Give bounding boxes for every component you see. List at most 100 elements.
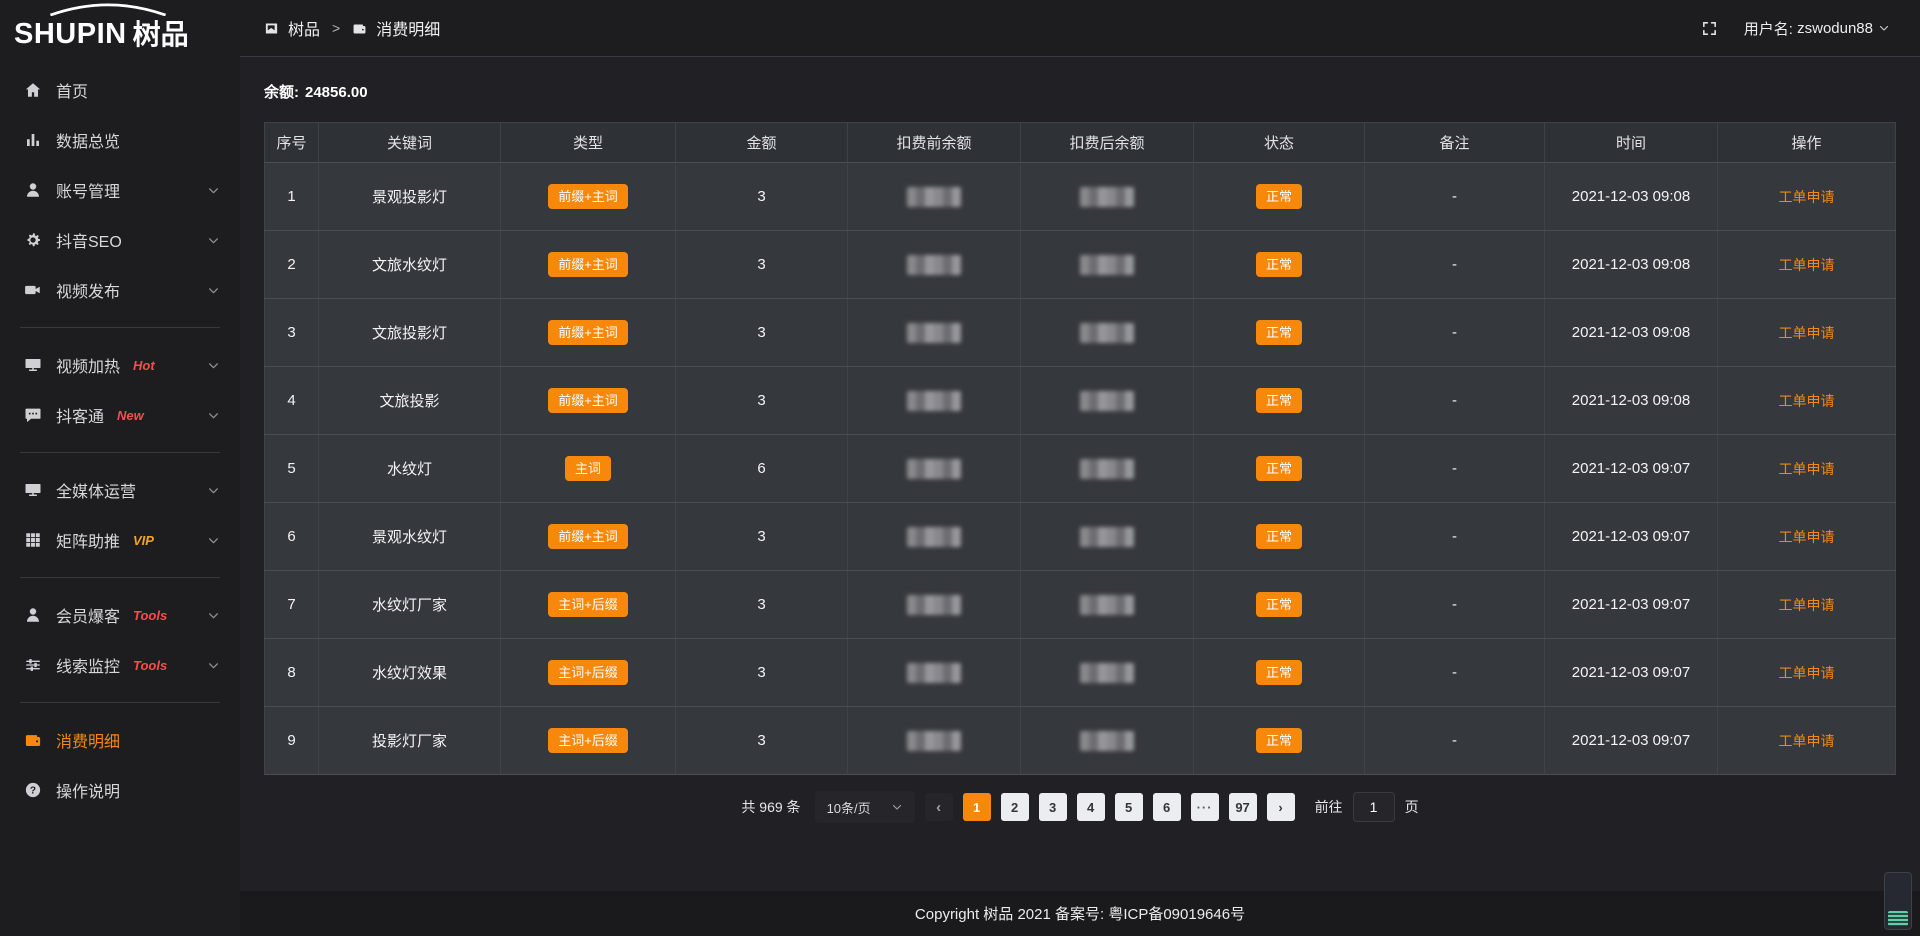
page-button-97[interactable]: 97 xyxy=(1229,793,1257,821)
cell-balance-after xyxy=(1021,367,1194,435)
cell-balance-after xyxy=(1021,639,1194,707)
type-badge: 前缀+主词 xyxy=(548,252,628,277)
page-button-···[interactable]: ··· xyxy=(1191,793,1219,821)
type-badge: 主词+后缀 xyxy=(548,660,628,685)
cell-status: 正常 xyxy=(1194,571,1365,639)
cell-status: 正常 xyxy=(1194,435,1365,503)
work-order-link[interactable]: 工单申请 xyxy=(1779,325,1835,341)
home-icon xyxy=(24,81,42,99)
cell-status: 正常 xyxy=(1194,503,1365,571)
page-size-select[interactable]: 10条/页 xyxy=(815,791,915,823)
page-button-1[interactable]: 1 xyxy=(963,793,991,821)
user-menu[interactable]: 用户名: zswodun88 xyxy=(1744,18,1890,39)
work-order-link[interactable]: 工单申请 xyxy=(1779,665,1835,681)
sidebar-item-operation-guide[interactable]: ? 操作说明 xyxy=(0,765,240,815)
chevron-down-icon xyxy=(207,284,220,297)
cell-balance-before xyxy=(848,231,1021,299)
chevron-down-icon xyxy=(207,409,220,422)
status-badge: 正常 xyxy=(1256,184,1302,209)
sidebar-item-video-publish[interactable]: 视频发布 xyxy=(0,265,240,315)
next-page-button[interactable]: › xyxy=(1267,793,1295,821)
breadcrumb-item-current[interactable]: 消费明细 xyxy=(352,16,440,40)
sidebar-item-home[interactable]: 首页 xyxy=(0,65,240,115)
breadcrumb-separator: > xyxy=(332,20,340,36)
cell-action: 工单申请 xyxy=(1718,367,1896,435)
question-icon: ? xyxy=(24,781,42,799)
sidebar-item-label: 操作说明 xyxy=(56,778,120,802)
work-order-link[interactable]: 工单申请 xyxy=(1779,257,1835,273)
sidebar-item-douyin-seo[interactable]: 抖音SEO xyxy=(0,215,240,265)
cell-action: 工单申请 xyxy=(1718,503,1896,571)
sidebar-item-consume-detail[interactable]: 消费明细 xyxy=(0,715,240,765)
type-badge: 前缀+主词 xyxy=(548,184,628,209)
status-badge: 正常 xyxy=(1256,252,1302,277)
mini-scrollbar-widget[interactable] xyxy=(1884,872,1912,930)
cell-action: 工单申请 xyxy=(1718,571,1896,639)
type-badge: 主词 xyxy=(565,456,611,481)
cell-keyword: 景观投影灯 xyxy=(319,163,501,231)
prev-page-button[interactable]: ‹ xyxy=(925,793,953,821)
status-badge: 正常 xyxy=(1256,456,1302,481)
cell-balance-before xyxy=(848,299,1021,367)
cell-index: 8 xyxy=(265,639,319,707)
cell-index: 1 xyxy=(265,163,319,231)
work-order-link[interactable]: 工单申请 xyxy=(1779,597,1835,613)
page-button-4[interactable]: 4 xyxy=(1077,793,1105,821)
balance-display: 余额:24856.00 xyxy=(264,81,1896,102)
sidebar-item-label: 抖音SEO xyxy=(56,228,122,252)
cell-keyword: 水纹灯厂家 xyxy=(319,571,501,639)
goto-page-input[interactable] xyxy=(1353,792,1395,822)
work-order-link[interactable]: 工单申请 xyxy=(1779,461,1835,477)
chevron-down-icon xyxy=(207,609,220,622)
user-icon xyxy=(24,181,42,199)
chevron-down-icon xyxy=(207,659,220,672)
goto-page: 前往 页 xyxy=(1315,792,1419,822)
sidebar-item-all-media[interactable]: 全媒体运营 xyxy=(0,465,240,515)
work-order-link[interactable]: 工单申请 xyxy=(1779,393,1835,409)
svg-text:?: ? xyxy=(30,785,36,796)
cell-balance-before xyxy=(848,163,1021,231)
redacted-value xyxy=(1080,391,1134,411)
cell-balance-after xyxy=(1021,571,1194,639)
sidebar-divider xyxy=(20,577,220,578)
breadcrumb-item-home[interactable]: 树品 xyxy=(264,16,320,40)
sidebar-item-lead-monitor[interactable]: 线索监控 Tools xyxy=(0,640,240,690)
page-button-5[interactable]: 5 xyxy=(1115,793,1143,821)
brand-logo[interactable]: SHUPIN 树品 xyxy=(0,0,240,57)
cell-keyword: 文旅水纹灯 xyxy=(319,231,501,299)
copyright-text: Copyright 树品 2021 备案号: 粤ICP备09019646号 xyxy=(915,903,1245,924)
sidebar-item-video-heat[interactable]: 视频加热 Hot xyxy=(0,340,240,390)
status-badge: 正常 xyxy=(1256,320,1302,345)
page-buttons: 1 2 3 4 5 6 ··· 97 xyxy=(963,793,1257,821)
page-button-3[interactable]: 3 xyxy=(1039,793,1067,821)
sidebar-item-matrix-boost[interactable]: 矩阵助推 VIP xyxy=(0,515,240,565)
page-button-2[interactable]: 2 xyxy=(1001,793,1029,821)
cell-action: 工单申请 xyxy=(1718,435,1896,503)
chevron-down-icon xyxy=(207,484,220,497)
sidebar-item-account-manage[interactable]: 账号管理 xyxy=(0,165,240,215)
topbar: 树品 > 消费明细 用户名: zswodun88 xyxy=(240,0,1920,57)
content-area: 余额:24856.00 序号 关键词 类型 金额 扣费前余额 扣费后余额 xyxy=(240,57,1920,891)
work-order-link[interactable]: 工单申请 xyxy=(1779,529,1835,545)
table-row: 9 投影灯厂家 主词+后缀 3 正常 - 2021-12-03 09:07 工单… xyxy=(265,707,1896,775)
cell-index: 4 xyxy=(265,367,319,435)
cell-amount: 3 xyxy=(676,231,848,299)
user-area: 用户名: zswodun88 xyxy=(1701,18,1890,39)
work-order-link[interactable]: 工单申请 xyxy=(1779,733,1835,749)
username-value: zswodun88 xyxy=(1797,20,1873,37)
sidebar-item-tag: Hot xyxy=(133,358,155,373)
fullscreen-icon[interactable] xyxy=(1701,20,1718,37)
sidebar-item-label: 抖客通 xyxy=(56,403,104,427)
cell-time: 2021-12-03 09:08 xyxy=(1545,367,1718,435)
sidebar-item-label: 全媒体运营 xyxy=(56,478,136,502)
sidebar-item-member-burst[interactable]: 会员爆客 Tools xyxy=(0,590,240,640)
sidebar-item-data-overview[interactable]: 数据总览 xyxy=(0,115,240,165)
cell-status: 正常 xyxy=(1194,639,1365,707)
goto-suffix: 页 xyxy=(1405,797,1419,817)
page-button-6[interactable]: 6 xyxy=(1153,793,1181,821)
consumption-table: 序号 关键词 类型 金额 扣费前余额 扣费后余额 状态 备注 时间 操作 1 景… xyxy=(264,122,1896,775)
sidebar-item-douketong[interactable]: 抖客通 New xyxy=(0,390,240,440)
work-order-link[interactable]: 工单申请 xyxy=(1779,189,1835,205)
cell-index: 6 xyxy=(265,503,319,571)
cell-time: 2021-12-03 09:08 xyxy=(1545,299,1718,367)
